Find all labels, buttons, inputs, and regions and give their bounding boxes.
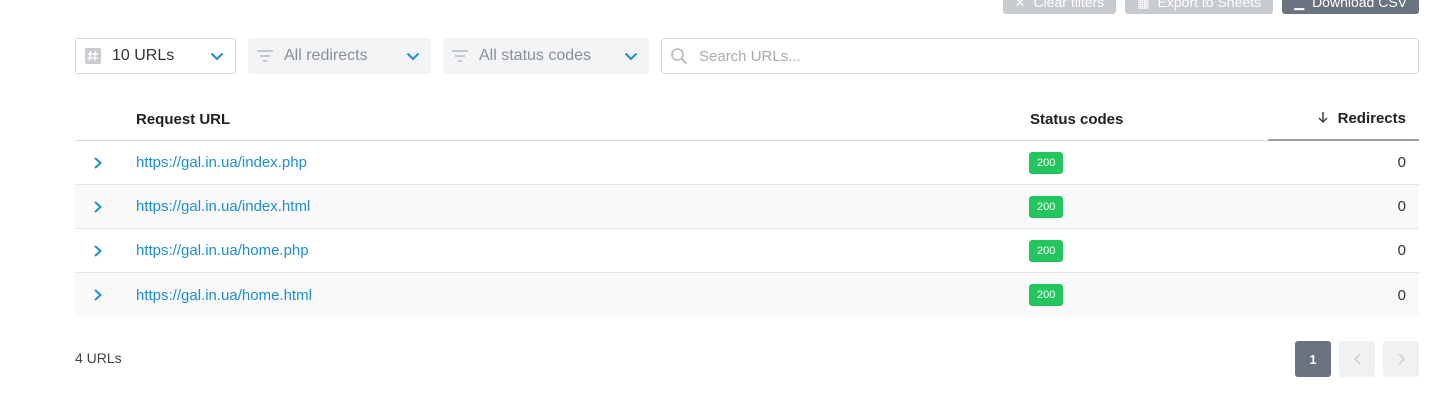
redirects-count: 0 [1397,198,1406,215]
status-codes-header[interactable]: Status codes [1030,111,1268,128]
status-badge: 200 [1029,239,1064,262]
status-badge: 200 [1029,151,1064,174]
filter-bar: 10 URLs All redirects All status codes [75,38,1419,74]
table-header: Request URL Status codes Redirects [75,98,1419,141]
next-page-button[interactable] [1383,341,1419,377]
clear-filters-label: Clear filters [1033,0,1105,10]
chevron-right-icon[interactable] [75,156,136,170]
results-table: Request URL Status codes Redirects https… [75,98,1419,317]
close-icon: ✕ [1014,0,1026,10]
previous-page-button[interactable] [1339,341,1375,377]
search-box [661,38,1419,74]
chevron-down-icon [209,48,225,64]
url-limit-select[interactable]: 10 URLs [75,38,236,74]
filter-lines-icon [451,47,469,65]
arrow-down-icon [1318,110,1328,127]
download-csv-button[interactable]: ▁ Download CSV [1282,0,1419,14]
redirects-count: 0 [1397,286,1406,304]
export-to-sheets-button[interactable]: ▦ Export to Sheets [1125,0,1274,14]
request-url-link[interactable]: https://gal.in.ua/index.html [136,198,310,215]
chevron-down-icon [405,48,421,64]
chevron-right-icon [1397,353,1405,365]
search-input[interactable] [697,46,1418,66]
request-url-link[interactable]: https://gal.in.ua/home.html [136,287,312,304]
table-row: https://gal.in.ua/index.html 200 0 [75,185,1419,229]
page-button-current[interactable]: 1 [1295,341,1331,377]
download-csv-label: Download CSV [1312,0,1407,10]
chevron-left-icon [1353,353,1361,365]
url-count: 4 URLs [75,350,122,366]
download-icon: ▁ [1294,0,1305,10]
hash-icon [84,47,102,65]
redirects-filter-value: All redirects [284,47,368,64]
chevron-right-icon[interactable] [75,288,136,302]
redirects-count: 0 [1397,154,1406,171]
redirects-header-label: Redirects [1337,110,1406,127]
table-row: https://gal.in.ua/index.php 200 0 [75,141,1419,185]
filter-lines-icon [256,47,274,65]
chevron-right-icon[interactable] [75,244,136,258]
request-url-link[interactable]: https://gal.in.ua/home.php [136,242,309,259]
redirects-header[interactable]: Redirects [1268,98,1419,141]
redirects-count: 0 [1397,242,1406,259]
pagination: 1 [1295,341,1419,377]
table-row: https://gal.in.ua/home.html 200 0 [75,273,1419,317]
clear-filters-button[interactable]: ✕ Clear filters [1002,0,1117,14]
request-url-header[interactable]: Request URL [136,111,1030,128]
chevron-down-icon [623,48,639,64]
top-actions: ✕ Clear filters ▦ Export to Sheets ▁ Dow… [1002,0,1419,14]
status-codes-filter-value: All status codes [479,47,592,64]
request-url-link[interactable]: https://gal.in.ua/index.php [136,154,307,171]
sheets-icon: ▦ [1137,0,1150,10]
status-badge: 200 [1029,195,1064,218]
url-limit-value: 10 URLs [112,47,175,64]
search-icon [669,46,689,66]
chevron-right-icon[interactable] [75,200,136,214]
table-row: https://gal.in.ua/home.php 200 0 [75,229,1419,273]
status-codes-filter-select[interactable]: All status codes [443,38,649,74]
redirects-filter-select[interactable]: All redirects [248,38,431,74]
export-to-sheets-label: Export to Sheets [1157,0,1262,10]
status-badge: 200 [1029,284,1064,306]
